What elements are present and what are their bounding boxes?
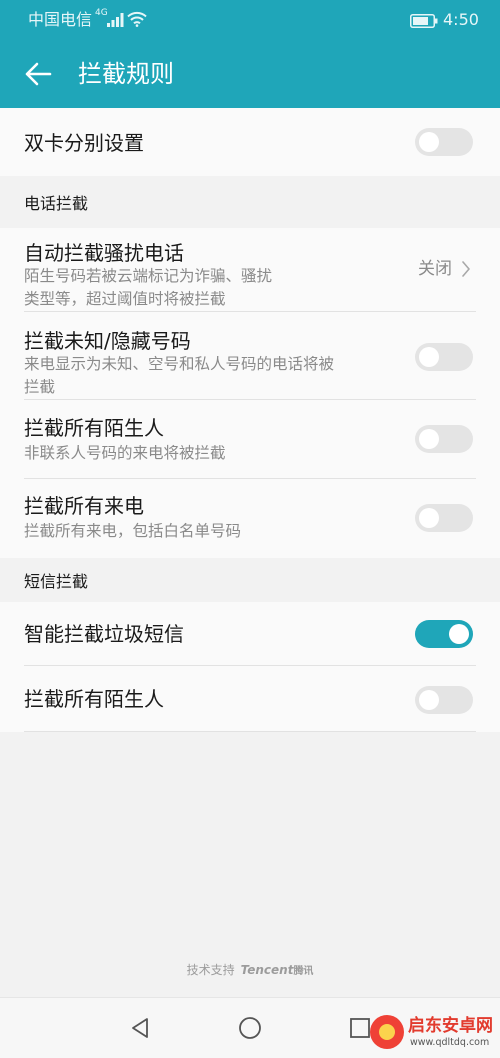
toggle-knob bbox=[419, 132, 439, 152]
watermark-url: www.qdltdq.com bbox=[410, 1037, 490, 1048]
section-title: 电话拦截 bbox=[24, 194, 89, 213]
auto-block-spam-calls-row[interactable]: 自动拦截骚扰电话 陌生号码若被云端标记为诈骗、骚扰 类型等，超过阈值时将被拦截 … bbox=[0, 228, 500, 312]
row-title: 拦截所有陌生人 bbox=[24, 416, 164, 440]
site-watermark: 启东安卓网 www.qdltdq.com bbox=[370, 1013, 496, 1055]
row-title: 拦截所有来电 bbox=[24, 494, 144, 518]
page-title: 拦截规则 bbox=[78, 60, 174, 88]
nav-back-button[interactable] bbox=[124, 1012, 156, 1044]
block-all-strangers-sms-row[interactable]: 拦截所有陌生人 bbox=[0, 666, 500, 732]
watermark-logo-icon bbox=[370, 1015, 404, 1049]
auto-block-status-value: 关闭 bbox=[418, 259, 452, 279]
block-all-calls-toggle[interactable] bbox=[415, 504, 473, 532]
toggle-knob bbox=[419, 347, 439, 367]
status-bar: 中国电信 4G 4:50 bbox=[0, 0, 500, 40]
block-strangers-sms-toggle[interactable] bbox=[415, 686, 473, 714]
title-bar: 拦截规则 bbox=[0, 40, 500, 108]
toggle-knob bbox=[419, 508, 439, 528]
triangle-back-icon bbox=[132, 1018, 148, 1038]
dual-sim-setting-row[interactable]: 双卡分别设置 bbox=[0, 108, 500, 176]
block-unknown-hidden-numbers-row[interactable]: 拦截未知/隐藏号码 来电显示为未知、空号和私人号码的电话将被 拦截 bbox=[0, 312, 500, 400]
watermark-name: 启东安卓网 bbox=[408, 1016, 493, 1036]
block-all-strangers-calls-row[interactable]: 拦截所有陌生人 非联系人号码的来电将被拦截 bbox=[0, 400, 500, 479]
tech-support-credit: 技术支持 Tencent腾讯 bbox=[0, 962, 500, 980]
app-header: 中国电信 4G 4:50 拦截规则 bbox=[0, 0, 500, 108]
arrow-left-icon bbox=[25, 62, 52, 86]
block-strangers-calls-toggle[interactable] bbox=[415, 425, 473, 453]
block-all-calls-row[interactable]: 拦截所有来电 拦截所有来电，包括白名单号码 bbox=[0, 479, 500, 558]
sms-interception-section-header: 短信拦截 bbox=[0, 558, 500, 602]
row-subtitle: 来电显示为未知、空号和私人号码的电话将被 拦截 bbox=[24, 355, 335, 396]
wifi-icon bbox=[127, 11, 147, 27]
toggle-knob bbox=[449, 624, 469, 644]
nav-home-button[interactable] bbox=[234, 1012, 266, 1044]
smart-block-sms-toggle[interactable] bbox=[415, 620, 473, 648]
sms-interception-group: 智能拦截垃圾短信 拦截所有陌生人 bbox=[0, 602, 500, 732]
clock-time: 4:50 bbox=[443, 10, 479, 29]
chevron-right-icon bbox=[462, 261, 470, 277]
carrier-name: 中国电信 bbox=[28, 10, 93, 29]
row-title: 拦截所有陌生人 bbox=[24, 687, 164, 711]
tencent-logo: Tencent bbox=[240, 963, 294, 977]
call-interception-section-header: 电话拦截 bbox=[0, 176, 500, 228]
section-title: 短信拦截 bbox=[24, 572, 89, 591]
row-title: 拦截未知/隐藏号码 bbox=[24, 329, 191, 353]
row-title: 智能拦截垃圾短信 bbox=[24, 622, 184, 646]
back-button[interactable] bbox=[18, 56, 58, 92]
row-subtitle: 非联系人号码的来电将被拦截 bbox=[24, 444, 226, 462]
row-subtitle: 陌生号码若被云端标记为诈骗、骚扰 类型等，超过阈值时将被拦截 bbox=[24, 267, 273, 308]
call-interception-group: 自动拦截骚扰电话 陌生号码若被云端标记为诈骗、骚扰 类型等，超过阈值时将被拦截 … bbox=[0, 228, 500, 558]
tencent-logo-cn: 腾讯 bbox=[293, 966, 314, 977]
dual-sim-toggle[interactable] bbox=[415, 128, 473, 156]
dual-sim-setting-label: 双卡分别设置 bbox=[24, 131, 144, 155]
block-unknown-numbers-toggle[interactable] bbox=[415, 343, 473, 371]
battery-icon bbox=[410, 14, 438, 28]
signal-icon bbox=[107, 13, 124, 27]
row-title: 自动拦截骚扰电话 bbox=[24, 241, 184, 265]
toggle-knob bbox=[419, 690, 439, 710]
toggle-knob bbox=[419, 429, 439, 449]
settings-content: 双卡分别设置 电话拦截 自动拦截骚扰电话 陌生号码若被云端标记为诈骗、骚扰 类型… bbox=[0, 108, 500, 732]
smart-block-spam-sms-row[interactable]: 智能拦截垃圾短信 bbox=[0, 602, 500, 666]
row-subtitle: 拦截所有来电，包括白名单号码 bbox=[24, 522, 242, 540]
credit-label: 技术支持 bbox=[186, 963, 235, 977]
circle-home-icon bbox=[239, 1017, 261, 1039]
